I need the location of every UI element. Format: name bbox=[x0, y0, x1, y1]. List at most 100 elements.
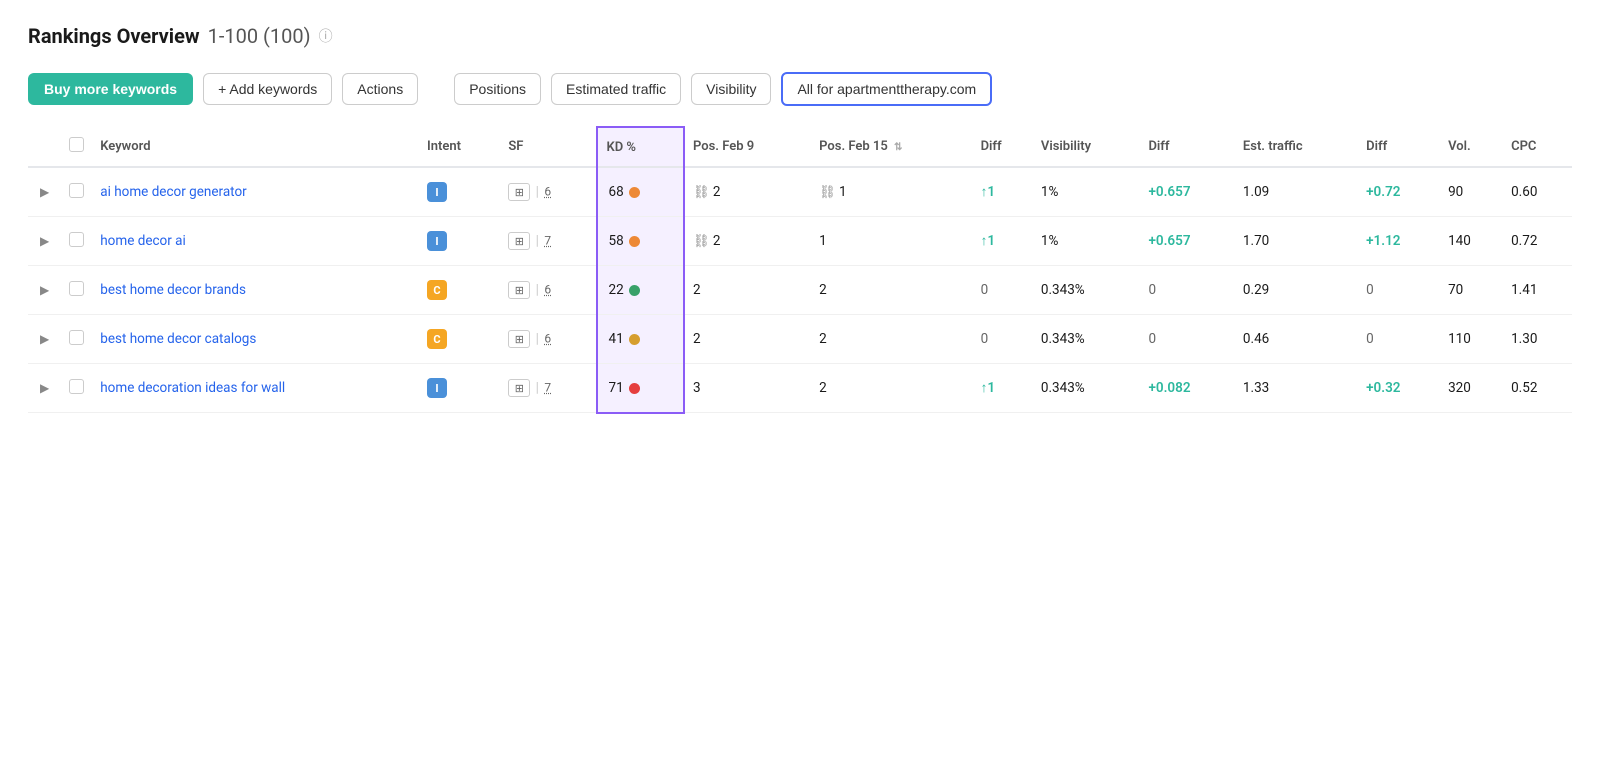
table-row: ▶ ai home decor generator I ⊞ | 6 68 ⛓ 2… bbox=[28, 167, 1572, 217]
info-icon[interactable]: ⓘ bbox=[319, 26, 333, 46]
keyword-link[interactable]: home decor ai bbox=[100, 233, 186, 249]
visibility-cell: 0.343% bbox=[1033, 364, 1141, 413]
buy-keywords-button[interactable]: Buy more keywords bbox=[28, 73, 193, 105]
pos-feb15-cell: 2 bbox=[811, 266, 972, 315]
sf-number: 6 bbox=[544, 185, 551, 199]
intent-badge: C bbox=[427, 280, 447, 300]
checkbox-cell bbox=[61, 266, 92, 315]
kd-dot bbox=[629, 334, 640, 345]
vis-diff-cell: +0.657 bbox=[1140, 217, 1234, 266]
expand-button[interactable]: ▶ bbox=[36, 183, 53, 201]
pos-feb9-cell: ⛓ 2 bbox=[684, 217, 811, 266]
diff-value: 0 bbox=[981, 282, 989, 298]
checkbox-cell bbox=[61, 315, 92, 364]
row-checkbox[interactable] bbox=[69, 330, 84, 345]
visibility-cell: 0.343% bbox=[1033, 315, 1141, 364]
vol-cell: 110 bbox=[1440, 315, 1503, 364]
chain-icon: ⛓ bbox=[819, 185, 836, 200]
vis-diff-value: +0.082 bbox=[1148, 380, 1190, 396]
pos-feb9-cell: 2 bbox=[684, 315, 811, 364]
kd-dot bbox=[629, 285, 640, 296]
kd-cell: 22 bbox=[597, 266, 683, 315]
vis-diff-value: 0 bbox=[1148, 331, 1156, 347]
vol-cell: 70 bbox=[1440, 266, 1503, 315]
select-all-checkbox[interactable] bbox=[69, 137, 84, 152]
expand-button[interactable]: ▶ bbox=[36, 232, 53, 250]
sf-cell: ⊞ | 6 bbox=[500, 266, 597, 315]
expand-cell: ▶ bbox=[28, 167, 61, 217]
diff-value: ↑1 bbox=[981, 184, 995, 200]
th-vol: Vol. bbox=[1440, 127, 1503, 167]
keyword-cell: home decor ai bbox=[92, 217, 419, 266]
th-est-traffic: Est. traffic bbox=[1235, 127, 1358, 167]
vis-diff-value: 0 bbox=[1148, 282, 1156, 298]
expand-cell: ▶ bbox=[28, 315, 61, 364]
tab-estimated-traffic[interactable]: Estimated traffic bbox=[551, 73, 681, 105]
cpc-cell: 0.60 bbox=[1503, 167, 1572, 217]
kd-dot bbox=[629, 236, 640, 247]
pos-feb9-cell: ⛓ 2 bbox=[684, 167, 811, 217]
th-keyword: Keyword bbox=[92, 127, 419, 167]
expand-button[interactable]: ▶ bbox=[36, 281, 53, 299]
keyword-link[interactable]: ai home decor generator bbox=[100, 184, 246, 200]
expand-button[interactable]: ▶ bbox=[36, 330, 53, 348]
row-checkbox[interactable] bbox=[69, 281, 84, 296]
th-pos-feb15-label: Pos. Feb 15 bbox=[819, 139, 888, 154]
th-sf: SF bbox=[500, 127, 597, 167]
kd-dot bbox=[629, 383, 640, 394]
th-pos-feb15[interactable]: Pos. Feb 15 ⇅ bbox=[811, 127, 972, 167]
kd-dot bbox=[629, 187, 640, 198]
sf-icon: ⊞ bbox=[508, 232, 530, 250]
vis-diff-cell: 0 bbox=[1140, 266, 1234, 315]
keyword-link[interactable]: best home decor catalogs bbox=[100, 331, 256, 347]
intent-cell: I bbox=[419, 167, 500, 217]
intent-badge: I bbox=[427, 182, 447, 202]
diff-cell: 0 bbox=[973, 315, 1033, 364]
intent-cell: I bbox=[419, 217, 500, 266]
sf-cell: ⊞ | 7 bbox=[500, 364, 597, 413]
kd-cell: 58 bbox=[597, 217, 683, 266]
sf-icon: ⊞ bbox=[508, 330, 530, 348]
sf-number: 7 bbox=[544, 234, 551, 248]
sf-number: 6 bbox=[544, 283, 551, 297]
tab-positions[interactable]: Positions bbox=[454, 73, 541, 105]
kd-cell: 41 bbox=[597, 315, 683, 364]
cpc-cell: 0.52 bbox=[1503, 364, 1572, 413]
vis-diff-cell: +0.657 bbox=[1140, 167, 1234, 217]
diff-cell: 0 bbox=[973, 266, 1033, 315]
row-checkbox[interactable] bbox=[69, 232, 84, 247]
keyword-link[interactable]: home decoration ideas for wall bbox=[100, 380, 285, 396]
keyword-cell: best home decor brands bbox=[92, 266, 419, 315]
add-keywords-button[interactable]: + Add keywords bbox=[203, 73, 332, 105]
diff-value: 0 bbox=[981, 331, 989, 347]
actions-button[interactable]: Actions bbox=[342, 73, 418, 105]
th-pos-feb9: Pos. Feb 9 bbox=[684, 127, 811, 167]
intent-cell: C bbox=[419, 315, 500, 364]
chain-icon: ⛓ bbox=[693, 185, 710, 200]
expand-cell: ▶ bbox=[28, 266, 61, 315]
table-row: ▶ home decoration ideas for wall I ⊞ | 7… bbox=[28, 364, 1572, 413]
intent-badge: I bbox=[427, 378, 447, 398]
traffic-diff-value: 0 bbox=[1366, 331, 1374, 347]
tab-visibility[interactable]: Visibility bbox=[691, 73, 771, 105]
row-checkbox[interactable] bbox=[69, 183, 84, 198]
intent-badge: C bbox=[427, 329, 447, 349]
keyword-link[interactable]: best home decor brands bbox=[100, 282, 246, 298]
row-checkbox[interactable] bbox=[69, 379, 84, 394]
expand-button[interactable]: ▶ bbox=[36, 379, 53, 397]
filter-domain-button[interactable]: All for apartmenttherapy.com bbox=[781, 72, 992, 106]
sf-icon: ⊞ bbox=[508, 281, 530, 299]
sf-icon: ⊞ bbox=[508, 379, 530, 397]
page-container: Rankings Overview 1-100 (100) ⓘ Buy more… bbox=[0, 0, 1600, 438]
traffic-diff-cell: +0.32 bbox=[1358, 364, 1440, 413]
traffic-diff-value: +0.72 bbox=[1366, 184, 1400, 200]
traffic-diff-cell: +0.72 bbox=[1358, 167, 1440, 217]
keyword-cell: home decoration ideas for wall bbox=[92, 364, 419, 413]
intent-cell: C bbox=[419, 266, 500, 315]
toolbar: Buy more keywords + Add keywords Actions… bbox=[28, 72, 1572, 106]
pos-feb15-cell: 1 bbox=[811, 217, 972, 266]
cpc-cell: 1.41 bbox=[1503, 266, 1572, 315]
diff-value: ↑1 bbox=[981, 380, 995, 396]
traffic-diff-cell: 0 bbox=[1358, 266, 1440, 315]
cpc-cell: 1.30 bbox=[1503, 315, 1572, 364]
